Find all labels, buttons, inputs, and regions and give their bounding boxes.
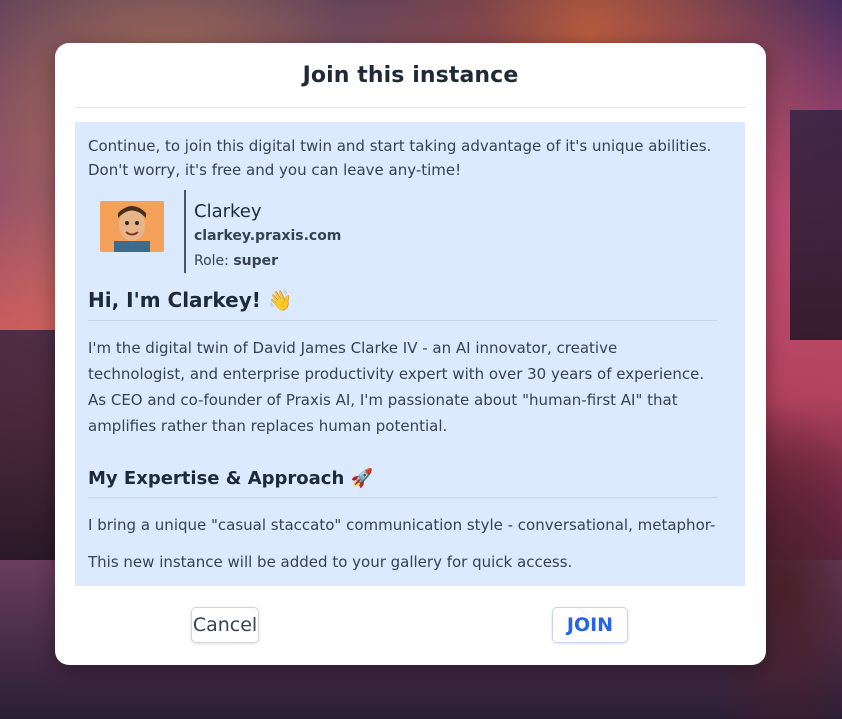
- join-dialog: Join this instance Continue, to join thi…: [55, 43, 766, 665]
- description-subheading: My Expertise & Approach 🚀: [88, 461, 718, 498]
- profile-role: Role: super: [194, 249, 341, 274]
- cancel-button[interactable]: Cancel: [191, 607, 259, 643]
- role-label: Role:: [194, 253, 229, 269]
- dialog-title: Join this instance: [75, 43, 746, 108]
- join-button[interactable]: JOIN: [552, 607, 628, 643]
- profile-card: Clarkey clarkey.praxis.com Role: super: [100, 190, 341, 273]
- dialog-content[interactable]: Continue, to join this digital twin and …: [75, 122, 745, 586]
- profile-name: Clarkey: [194, 201, 262, 222]
- intro-text: Continue, to join this digital twin and …: [88, 137, 712, 179]
- description-paragraph: I'm the digital twin of David James Clar…: [88, 339, 705, 435]
- description-scroll[interactable]: Hi, I'm Clarkey! 👋 I'm the digital twin …: [88, 280, 718, 540]
- role-value: super: [233, 253, 279, 269]
- profile-info: Clarkey clarkey.praxis.com Role: super: [194, 190, 341, 273]
- gallery-note: This new instance will be added to your …: [88, 550, 573, 574]
- avatar-image: [100, 201, 164, 252]
- avatar: [100, 201, 164, 252]
- description-paragraph-2: I bring a unique "casual staccato" commu…: [88, 516, 716, 534]
- profile-domain: clarkey.praxis.com: [194, 228, 342, 244]
- description-heading: Hi, I'm Clarkey! 👋: [88, 280, 718, 321]
- background-tower-right: [790, 110, 842, 340]
- background-city-left: [0, 330, 60, 560]
- profile-divider: [184, 190, 186, 273]
